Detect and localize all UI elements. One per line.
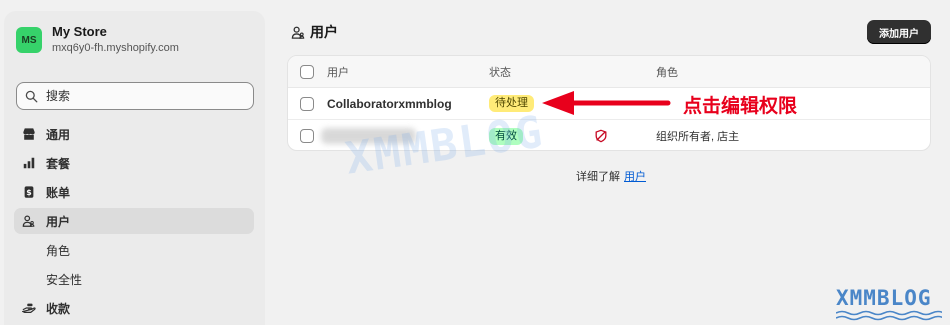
select-all-checkbox[interactable] (300, 64, 314, 79)
svg-text:$: $ (26, 188, 31, 197)
store-icon (22, 127, 36, 141)
store-name: My Store (52, 24, 107, 39)
users-icon (291, 26, 305, 39)
annotation-arrow (542, 91, 671, 115)
column-header-status: 状态 (489, 66, 511, 79)
sidebar-item-label: 用户 (46, 214, 71, 229)
sidebar-item-label: 收款 (46, 301, 71, 316)
sidebar-item-roles[interactable]: 角色 (14, 237, 254, 263)
watermark-waves (836, 310, 942, 321)
add-user-button[interactable]: 添加用户 (867, 20, 931, 44)
sidebar-item-general[interactable]: 通用 (14, 121, 254, 147)
watermark-corner-logo: XMMBLOG (836, 286, 932, 310)
page-title-text: 用户 (310, 24, 338, 40)
hand-payment-icon (22, 301, 36, 315)
shield-alert-icon (595, 129, 607, 143)
row-checkbox[interactable] (300, 96, 314, 111)
chart-bars-icon (22, 156, 36, 170)
page-title: 用户 (291, 22, 338, 42)
annotation-text: 点击编辑权限 (683, 95, 798, 117)
column-header-user: 用户 (327, 66, 349, 79)
role-cell: 组织所有者, 店主 (656, 131, 740, 143)
store-avatar: MS (16, 27, 42, 53)
row-checkbox[interactable] (300, 129, 314, 143)
dollar-receipt-icon: $ (22, 185, 36, 199)
search-box[interactable] (16, 82, 254, 110)
sidebar-item-label: 账单 (46, 185, 71, 200)
learn-more-text: 详细了解 (576, 171, 620, 183)
learn-more: 详细了解 用户 (576, 168, 646, 184)
sidebar-item-plan[interactable]: 套餐 (14, 150, 254, 176)
learn-more-link[interactable]: 用户 (624, 171, 646, 183)
sidebar-item-payments[interactable]: 收款 (14, 295, 254, 321)
settings-nav: 通用 套餐 $ 账单 用户 角色 安全性 收款 (14, 121, 254, 324)
store-switcher[interactable]: MS My Store mxq6y0-fh.myshopify.com (16, 24, 179, 56)
search-input[interactable] (46, 89, 246, 103)
table-header: 用户 状态 角色 (288, 56, 930, 88)
sidebar-item-label: 通用 (46, 127, 71, 142)
user-name[interactable]: Collaboratorxmmblog (327, 97, 452, 111)
users-icon (22, 214, 36, 228)
sidebar-item-security[interactable]: 安全性 (14, 266, 254, 292)
sidebar: MS My Store mxq6y0-fh.myshopify.com 通用 套… (4, 11, 265, 325)
sidebar-item-label: 套餐 (46, 156, 71, 171)
search-icon (25, 90, 38, 102)
sidebar-item-billing[interactable]: $ 账单 (14, 179, 254, 205)
store-info: My Store mxq6y0-fh.myshopify.com (52, 24, 179, 56)
store-domain: mxq6y0-fh.myshopify.com (52, 42, 179, 54)
sidebar-item-users[interactable]: 用户 (14, 208, 254, 234)
column-header-role: 角色 (656, 66, 678, 79)
